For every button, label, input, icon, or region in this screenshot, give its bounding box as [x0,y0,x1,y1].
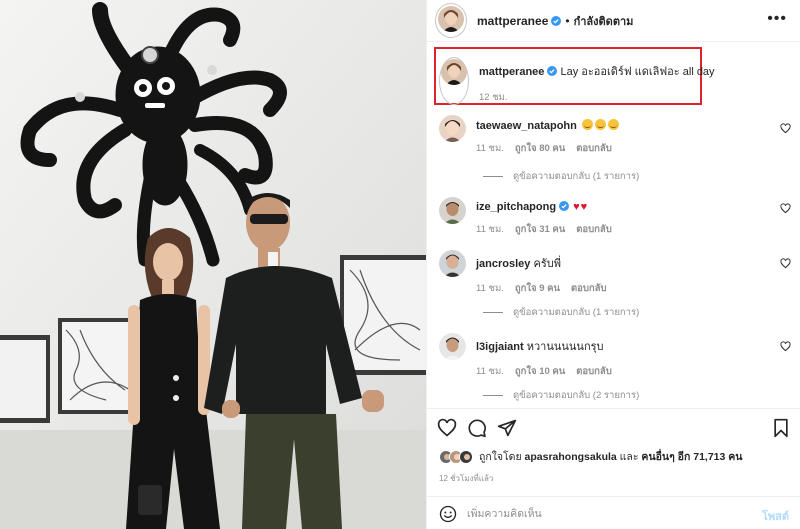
comment-like-count[interactable]: ถูกใจ 31 คน [515,224,565,235]
caption-username[interactable]: mattperanee [479,66,544,78]
caption-avatar[interactable] [441,59,467,85]
comment-username[interactable]: taewaew_natapohn [476,120,577,132]
comment-reply-button[interactable]: ตอบกลับ [576,143,612,154]
comment-row: taewaew_natapohn 11 ชม. ถูกใจ 80 คน ตอบกลั… [439,115,623,156]
author-avatar[interactable] [438,6,464,32]
liker-username[interactable]: apasrahongsakula [525,451,617,463]
comment-username[interactable]: jancrosley [476,258,530,270]
comment-like-count[interactable]: ถูกใจ 10 คน [515,366,565,377]
header-separator: • [565,13,570,28]
liker-avatars[interactable] [439,449,479,464]
comment-reply-button[interactable]: ตอบกลับ [576,224,612,235]
post-action-bar [427,408,800,444]
post-comment-button[interactable]: โพสต์ [762,507,789,525]
following-button[interactable]: กำลังติดตาม [574,12,634,30]
liked-by-prefix: ถูกใจโดย [479,451,522,463]
post-photo[interactable] [0,0,426,529]
comment-username[interactable]: ize_pitchapong [476,201,556,213]
liker-avatar [459,449,473,464]
grinning-face-emoji [581,119,593,130]
like-heart-icon[interactable] [437,418,457,438]
grinning-face-emoji [594,119,606,130]
caption-text: Lay อะออเดิร์ฟ แดเลิฟอะ all day [560,66,715,78]
comment-time[interactable]: 11 ชม. [476,283,504,294]
comment-text: หวานนนนนกรุบ [526,341,604,353]
comment-like-count[interactable]: ถูกใจ 80 คน [515,143,565,154]
liked-by-conjunction: และ [619,451,639,463]
comment-row: ize_pitchapong ♥♥ 11 ชม. ถูกใจ 31 คน ตอบกล… [439,197,623,237]
post-header: mattperanee • กำลังติดตาม ••• [427,0,800,42]
comment-time[interactable]: 11 ชม. [476,143,504,154]
other-likers-link[interactable]: คนอื่นๆ อีก 71,713 คน [641,448,742,465]
post-timestamp[interactable]: 12 ชั่วโมงที่แล้ว [439,472,493,485]
view-replies-link[interactable]: ดูข้อความตอบกลับ (1 รายการ) [483,305,639,320]
comment-row: l3igjaiant หวานนนนนกรุบ 11 ชม. ถูกใจ 10 ค… [439,333,623,379]
commenter-avatar[interactable] [439,333,466,360]
comment-like-heart-icon[interactable] [780,123,791,134]
commenter-avatar[interactable] [439,250,466,277]
comment-like-count[interactable]: ถูกใจ 9 คน [515,283,560,294]
comment-like-heart-icon[interactable] [780,341,791,352]
comment-row: jancrosley ครับพี่ 11 ชม. ถูกใจ 9 คน ตอบกล… [439,250,618,296]
comment-time[interactable]: 11 ชม. [476,366,504,377]
caption-row: mattperanee Lay อะออเดิร์ฟ แดเลิฟอะ all … [439,57,715,105]
comment-time[interactable]: 11 ชม. [476,224,504,235]
more-options-icon[interactable]: ••• [767,11,787,27]
caption-avatar-ring[interactable] [439,57,469,105]
view-replies-link[interactable]: ดูข้อความตอบกลับ (2 รายการ) [483,388,639,403]
comment-bubble-icon[interactable] [467,418,487,438]
verified-badge-icon [559,201,570,211]
add-comment-input[interactable] [467,505,747,523]
likes-summary: ถูกใจโดย apasrahongsakula และ คนอื่นๆ อี… [439,448,742,465]
commenter-avatar[interactable] [439,197,466,224]
author-username[interactable]: mattperanee [477,14,548,28]
verified-badge-icon [551,15,562,26]
comment-username[interactable]: l3igjaiant [476,341,524,353]
author-avatar-ring[interactable] [435,3,467,38]
comment-like-heart-icon[interactable] [780,203,791,214]
verified-badge-icon [547,66,558,76]
comment-reply-button[interactable]: ตอบกลับ [576,366,612,377]
red-heart-emoji: ♥ [580,201,588,213]
save-bookmark-icon[interactable] [771,418,791,438]
share-paper-plane-icon[interactable] [497,418,517,438]
red-heart-emoji: ♥ [573,201,580,213]
comment-like-heart-icon[interactable] [780,258,791,269]
view-replies-link[interactable]: ดูข้อความตอบกลับ (1 รายการ) [483,169,639,184]
caption-time[interactable]: 12 ชม. [479,92,508,103]
commenter-avatar[interactable] [439,115,466,142]
emoji-picker-icon[interactable] [439,505,457,523]
instagram-post-view: mattperanee • กำลังติดตาม ••• mattperane… [0,0,800,529]
photo-illustration [0,0,426,529]
grinning-face-emoji [607,119,619,130]
comment-text: ครับพี่ [533,258,561,270]
comment-reply-button[interactable]: ตอบกลับ [571,283,607,294]
comments-list[interactable]: mattperanee Lay อะออเดิร์ฟ แดเลิฟอะ all … [427,43,800,408]
post-side-panel: mattperanee • กำลังติดตาม ••• mattperane… [426,0,800,529]
comment-composer: โพสต์ [427,496,800,529]
